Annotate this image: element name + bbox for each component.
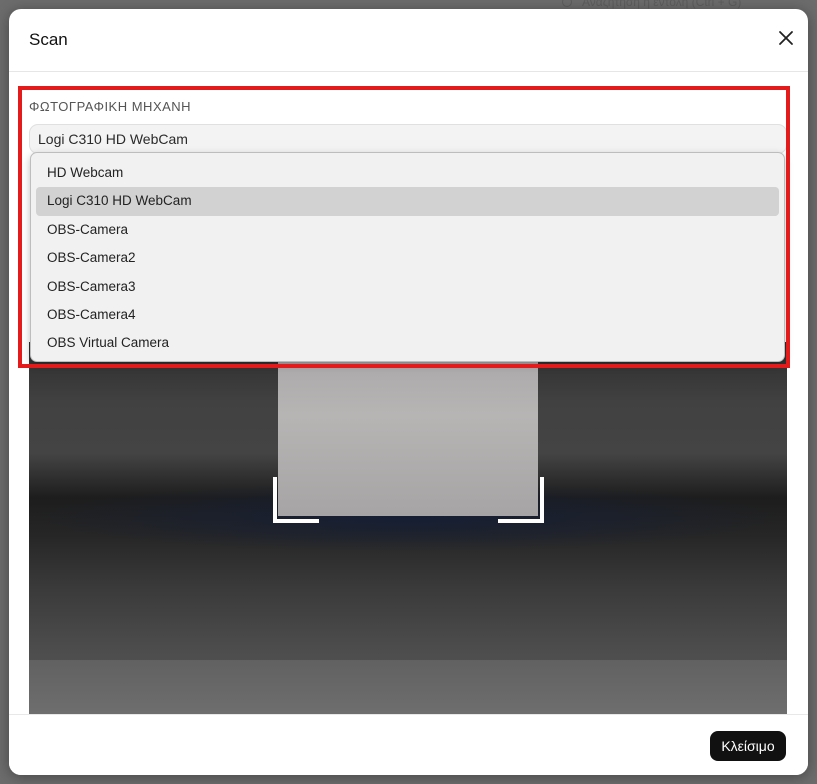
camera-preview-lower <box>29 660 787 714</box>
dialog-title: Scan <box>29 30 68 49</box>
scan-corner-bottom-right <box>498 477 544 523</box>
background-search-text: Αναζήτηση ή εντολή (Ctrl + G) <box>582 0 742 9</box>
close-button[interactable] <box>773 25 799 51</box>
scan-corner-bottom-left <box>273 477 319 523</box>
highlight-outline <box>18 86 790 368</box>
dialog-body: ΦΩΤΟΓΡΑΦΙΚΗ ΜΗΧΑΝΗ Logi C310 HD WebCam H… <box>9 72 808 714</box>
camera-preview <box>29 342 787 714</box>
close-dialog-button[interactable]: Κλείσιμο <box>710 731 786 761</box>
dialog-footer: Κλείσιμο <box>9 714 808 775</box>
scan-dialog: Scan ΦΩΤΟΓΡΑΦΙΚΗ ΜΗΧΑΝΗ Logi C310 HD Web… <box>9 9 808 775</box>
dialog-header: Scan <box>9 9 808 72</box>
search-icon <box>562 0 572 7</box>
close-icon <box>779 31 793 45</box>
